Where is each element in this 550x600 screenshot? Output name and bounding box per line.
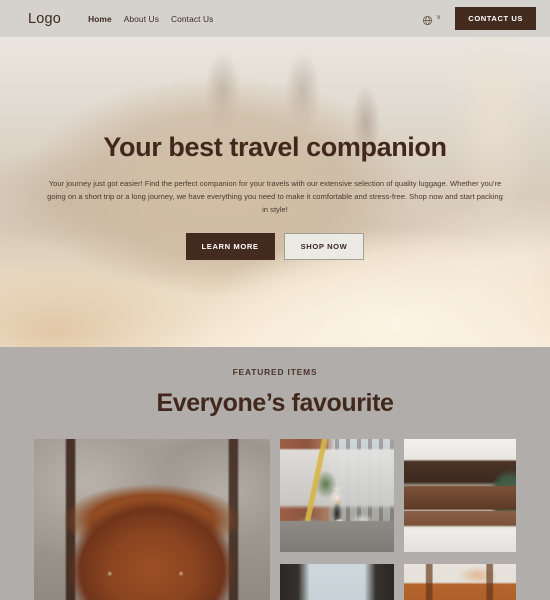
tile-overlay (34, 439, 270, 600)
nav-item-contact-us[interactable]: Contact Us (171, 14, 213, 24)
nav-item-home[interactable]: Home (88, 14, 112, 24)
featured-items-section: FEATURED ITEMS Everyone’s favourite (0, 347, 550, 600)
featured-eyebrow: FEATURED ITEMS (232, 367, 318, 377)
page-root: Logo Home About Us Contact Us ∨ CONTACT … (0, 0, 550, 600)
logo[interactable]: Logo (28, 11, 61, 27)
gallery-item-leather-strap[interactable] (280, 564, 394, 600)
gallery-item-street-traveller[interactable] (280, 439, 394, 552)
contact-us-button[interactable]: CONTACT US (455, 7, 536, 30)
tile-overlay (280, 564, 394, 600)
hero-title: Your best travel companion (103, 132, 447, 162)
tile-overlay (280, 439, 394, 552)
gallery-item-messenger-bag[interactable] (34, 439, 270, 600)
learn-more-button[interactable]: LEARN MORE (185, 233, 275, 261)
shop-now-button[interactable]: SHOP NOW (283, 233, 365, 261)
featured-gallery (34, 439, 516, 600)
hero-description: Your journey just got easier! Find the p… (47, 179, 503, 215)
featured-title: Everyone’s favourite (156, 389, 394, 417)
hero-actions: LEARN MORE SHOP NOW (36, 233, 514, 261)
globe-icon (422, 13, 433, 26)
language-selector[interactable]: ∨ (422, 13, 442, 26)
gallery-item-vintage-suitcase[interactable] (404, 439, 516, 552)
site-header: Logo Home About Us Contact Us ∨ CONTACT … (0, 0, 550, 37)
tile-overlay (404, 439, 516, 552)
tile-overlay (404, 564, 516, 600)
gallery-item-tan-briefcase[interactable] (404, 564, 516, 600)
main-nav: Home About Us Contact Us (88, 14, 213, 24)
hero-section: Your best travel companion Your journey … (0, 37, 550, 347)
hero-content: Your best travel companion Your journey … (0, 132, 550, 261)
chevron-down-icon: ∨ (436, 14, 442, 21)
nav-item-about-us[interactable]: About Us (124, 14, 159, 24)
